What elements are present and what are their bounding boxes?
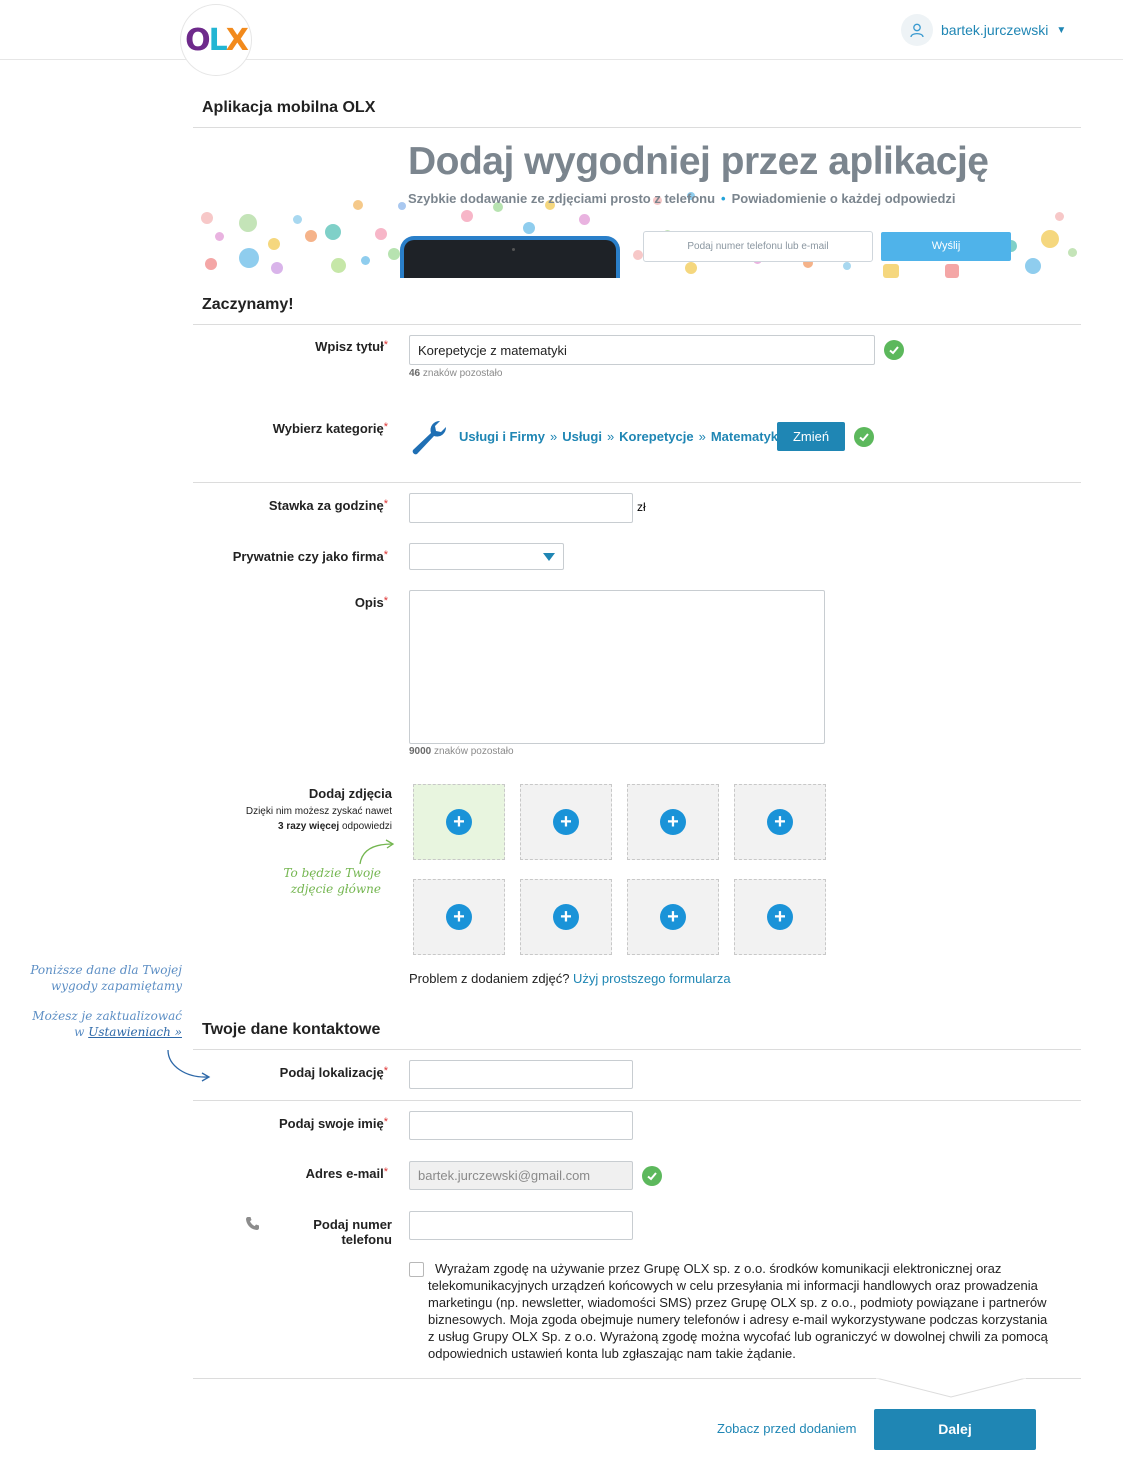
logo-wordmark: OLX bbox=[185, 22, 249, 58]
add-photo-icon: + bbox=[446, 809, 472, 835]
email-valid-check-icon bbox=[642, 1166, 662, 1186]
photos-label: Dodaj zdjęcia bbox=[308, 786, 392, 801]
app-link-phone-input[interactable]: Podaj numer telefonu lub e-mail bbox=[643, 231, 873, 262]
title-input[interactable]: Korepetycje z matematyki bbox=[409, 335, 875, 365]
photo-slot[interactable]: + bbox=[734, 879, 826, 955]
crumb-uslugi[interactable]: Usługi bbox=[562, 429, 602, 444]
email-label: Adres e-mail* bbox=[305, 1166, 388, 1181]
chevron-down-icon: ▼ bbox=[1056, 24, 1067, 36]
photo-slot-main[interactable]: + bbox=[413, 784, 505, 860]
add-photo-icon: + bbox=[553, 809, 579, 835]
add-photo-icon: + bbox=[446, 904, 472, 930]
crumb-uslugi-i-firmy[interactable]: Usługi i Firmy bbox=[459, 429, 545, 444]
photo-slot[interactable]: + bbox=[627, 879, 719, 955]
location-input[interactable] bbox=[409, 1060, 633, 1089]
seller-type-select[interactable] bbox=[409, 543, 564, 570]
divider bbox=[193, 1100, 1081, 1101]
crumb-korepetycje[interactable]: Korepetycje bbox=[619, 429, 693, 444]
add-photo-icon: + bbox=[767, 904, 793, 930]
banner-title: Dodaj wygodniej przez aplikację bbox=[408, 140, 989, 183]
name-input[interactable] bbox=[409, 1111, 633, 1140]
settings-note: Możesz je zaktualizować w Ustawieniach » bbox=[32, 1009, 182, 1039]
marketing-consent-text: Wyrażam zgodę na używanie przez Grupę OL… bbox=[428, 1261, 1048, 1361]
rate-input[interactable] bbox=[409, 493, 633, 523]
preview-link[interactable]: Zobacz przed dodaniem bbox=[717, 1421, 856, 1436]
section-title-start: Zaczynamy! bbox=[202, 296, 294, 313]
photo-problem-note: Problem z dodaniem zdjęć? Użyj prostszeg… bbox=[409, 971, 731, 986]
change-category-button[interactable]: Zmień bbox=[777, 422, 845, 451]
phone-mockup bbox=[400, 236, 620, 278]
remember-data-note: Poniższe dane dla Twojej wygody zapamięta… bbox=[30, 963, 182, 993]
photo-slot[interactable]: + bbox=[520, 784, 612, 860]
description-textarea[interactable] bbox=[409, 590, 825, 744]
divider bbox=[193, 1049, 1081, 1050]
phone-label: Podaj numer telefonu bbox=[313, 1217, 392, 1247]
next-button[interactable]: Dalej bbox=[874, 1409, 1036, 1450]
divider bbox=[193, 127, 1081, 128]
category-label: Wybierz kategorię* bbox=[272, 421, 388, 436]
simple-form-link[interactable]: Użyj prostszego formularza bbox=[573, 971, 731, 986]
add-photo-icon: + bbox=[660, 809, 686, 835]
seller-type-label: Prywatnie czy jako firma* bbox=[232, 549, 388, 564]
section-title-contact: Twoje dane kontaktowe bbox=[202, 1021, 381, 1038]
marketing-consent-checkbox[interactable] bbox=[409, 1262, 424, 1277]
add-photo-icon: + bbox=[553, 904, 579, 930]
phone-input[interactable] bbox=[409, 1211, 633, 1240]
phone-icon bbox=[245, 1216, 260, 1236]
user-name: bartek.jurczewski bbox=[941, 22, 1049, 38]
divider bbox=[193, 482, 1081, 483]
crumb-matematyka[interactable]: Matematyka bbox=[711, 429, 785, 444]
olx-logo[interactable]: OLX bbox=[181, 5, 251, 75]
section-title-mobile-app: Aplikacja mobilna OLX bbox=[202, 99, 376, 116]
rate-unit: zł bbox=[637, 500, 646, 514]
chevron-down-icon bbox=[543, 552, 555, 561]
user-menu[interactable]: bartek.jurczewski ▼ bbox=[901, 14, 1066, 46]
main-photo-note: To będzie Twoje zdjęcie główne bbox=[283, 866, 381, 896]
name-label: Podaj swoje imię* bbox=[278, 1116, 388, 1131]
rate-label: Stawka za godzinę* bbox=[268, 498, 388, 513]
description-label: Opis* bbox=[354, 595, 388, 610]
wrench-icon bbox=[409, 417, 449, 462]
category-breadcrumb: Usługi i Firmy» Usługi» Korepetycje» Matema… bbox=[459, 429, 786, 444]
title-remaining-hint: 46 znaków pozostało bbox=[409, 368, 503, 379]
title-label: Wpisz tytuł* bbox=[315, 339, 388, 354]
photo-slot[interactable]: + bbox=[413, 879, 505, 955]
send-app-link-button[interactable]: Wyślij bbox=[881, 232, 1011, 261]
photos-hint: Dzięki nim możesz zyskać nawet 3 razy wię… bbox=[245, 806, 392, 832]
add-photo-icon: + bbox=[660, 904, 686, 930]
user-icon bbox=[901, 14, 933, 46]
description-remaining-hint: 9000 znaków pozostało bbox=[409, 746, 514, 757]
divider bbox=[193, 324, 1081, 325]
photo-slot[interactable]: + bbox=[520, 879, 612, 955]
category-valid-check-icon bbox=[854, 427, 874, 447]
banner-subtitle: Szybkie dodawanie ze zdjęciami prosto z … bbox=[408, 191, 956, 206]
photo-slot[interactable]: + bbox=[734, 784, 826, 860]
email-input[interactable]: bartek.jurczewski@gmail.com bbox=[409, 1161, 633, 1190]
title-valid-check-icon bbox=[884, 340, 904, 360]
photo-slot[interactable]: + bbox=[627, 784, 719, 860]
location-label: Podaj lokalizację* bbox=[279, 1065, 388, 1080]
settings-link[interactable]: Ustawieniach » bbox=[88, 1025, 182, 1039]
divider-notch bbox=[875, 1377, 1036, 1404]
add-photo-icon: + bbox=[767, 809, 793, 835]
